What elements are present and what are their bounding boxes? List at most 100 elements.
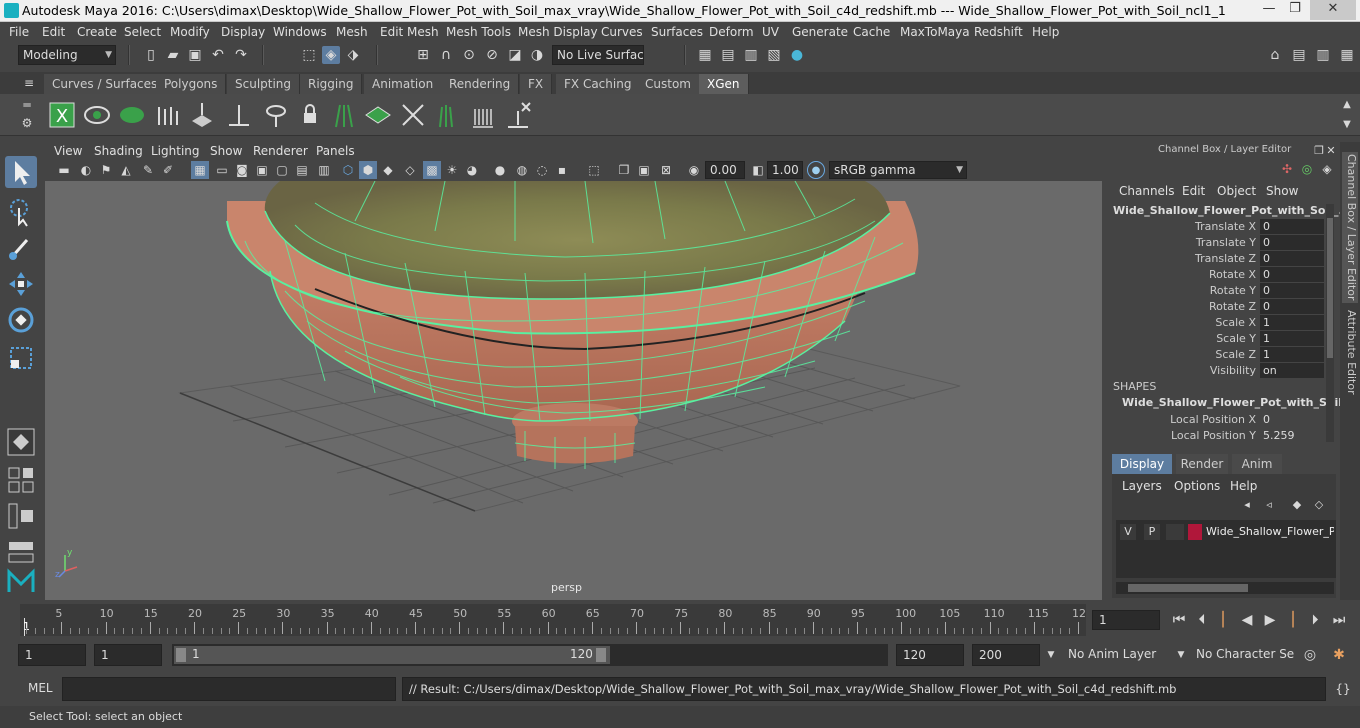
- channels-menu-channels[interactable]: Channels: [1119, 184, 1175, 198]
- toggle-panel-icon[interactable]: ▤: [1290, 46, 1308, 64]
- open-scene-icon[interactable]: ▰: [164, 46, 182, 64]
- channel-row[interactable]: Local Position X 0: [1104, 412, 1336, 428]
- channel-value[interactable]: 0: [1260, 251, 1324, 266]
- bookmark-icon[interactable]: ⚑: [97, 161, 115, 179]
- layer-name[interactable]: Wide_Shallow_Flower_P: [1206, 525, 1334, 538]
- grease-pencil-icon[interactable]: ✎: [139, 161, 157, 179]
- layer-type-toggle[interactable]: [1166, 524, 1184, 540]
- range-bar[interactable]: 1 120: [172, 644, 888, 666]
- character-set-selector[interactable]: No Character Set: [1190, 644, 1294, 666]
- anti-aliasing-icon[interactable]: ◌: [533, 161, 551, 179]
- move-layer-up-icon[interactable]: ◆: [1288, 496, 1306, 514]
- select-object-icon[interactable]: ◈: [322, 46, 340, 64]
- menu-surfaces[interactable]: Surfaces: [651, 25, 703, 39]
- four-view-layout-icon[interactable]: [5, 464, 37, 496]
- shelf-scroll-down-icon[interactable]: ▼: [1338, 116, 1356, 134]
- xgen-window-icon[interactable]: X: [48, 101, 76, 129]
- wireframe-icon[interactable]: ⬡: [339, 161, 357, 179]
- safe-action-icon[interactable]: ▤: [293, 161, 311, 179]
- toggle-panel-icon-3[interactable]: ▦: [1338, 46, 1356, 64]
- anim-layer-selector[interactable]: No Anim Layer: [1062, 644, 1162, 666]
- gamma-field[interactable]: 1.00: [767, 161, 803, 179]
- tab-rendering[interactable]: Rendering: [441, 74, 520, 94]
- script-editor-icon[interactable]: {}: [1334, 680, 1352, 698]
- menu-generate[interactable]: Generate: [792, 25, 848, 39]
- select-hierarchy-icon[interactable]: ⬚: [300, 46, 318, 64]
- create-hair-icon[interactable]: [225, 101, 253, 129]
- snap-view-icon[interactable]: ⊘: [483, 46, 501, 64]
- add-guide-icon[interactable]: [153, 101, 181, 129]
- go-to-end-icon[interactable]: ⏭: [1330, 611, 1348, 629]
- rotate-tool-icon[interactable]: [5, 304, 37, 336]
- channel-value[interactable]: 1: [1260, 347, 1324, 362]
- range-start-grip[interactable]: [176, 648, 186, 662]
- new-scene-icon[interactable]: ▯: [142, 46, 160, 64]
- animation-prefs-icon[interactable]: ✱: [1330, 646, 1348, 664]
- channel-row[interactable]: Local Position Y 5.259: [1104, 428, 1336, 444]
- cut-guides-icon[interactable]: [399, 101, 427, 129]
- channel-row[interactable]: Translate Y 0: [1104, 235, 1336, 251]
- density-icon[interactable]: [469, 101, 497, 129]
- menu-edit[interactable]: Edit: [42, 25, 65, 39]
- layer-hscrollbar[interactable]: [1116, 582, 1334, 594]
- close-panel-icon[interactable]: ✕: [1322, 142, 1340, 160]
- outliner-layout-icon[interactable]: [5, 500, 37, 532]
- shadows-icon[interactable]: ◕: [463, 161, 481, 179]
- exposure-icon[interactable]: ◉: [685, 161, 703, 179]
- viewport-persp[interactable]: y z persp: [45, 181, 1102, 600]
- menu-mesh-display[interactable]: Mesh Display: [518, 25, 598, 39]
- xray-joints-icon[interactable]: ▣: [635, 161, 653, 179]
- layer-tab-anim[interactable]: Anim: [1232, 454, 1282, 474]
- shelf-scroll-up-icon[interactable]: ▲: [1338, 96, 1356, 114]
- time-slider[interactable]: 1 5 10 15 20 25 30 35 40 45 50 55 60 65 70 75 80 85 90 95 1…: [0, 602, 1360, 636]
- playback-start-field[interactable]: 1: [94, 644, 162, 666]
- sync-icon[interactable]: ◎: [1298, 160, 1316, 178]
- new-layer-selected-icon[interactable]: ◃: [1260, 496, 1278, 514]
- viewport-menu-panels[interactable]: Panels: [316, 144, 355, 158]
- step-forward-icon[interactable]: ⏵: [1306, 611, 1324, 629]
- channels-menu-object[interactable]: Object: [1217, 184, 1256, 198]
- menu-create[interactable]: Create: [77, 25, 117, 39]
- motion-blur-icon[interactable]: ◍: [513, 161, 531, 179]
- viewport-menu-show[interactable]: Show: [210, 144, 242, 158]
- camera-attributes-icon[interactable]: ◐: [77, 161, 95, 179]
- step-back-key-icon[interactable]: ⎮: [1214, 611, 1232, 629]
- menu-maxtomaya[interactable]: MaxToMaya: [900, 25, 970, 39]
- shape-name[interactable]: Wide_Shallow_Flower_Pot_with_Soil...: [1122, 396, 1355, 409]
- select-tool-icon[interactable]: [5, 156, 37, 188]
- single-perspective-layout-icon[interactable]: [5, 426, 37, 458]
- layers-menu-help[interactable]: Help: [1230, 479, 1257, 493]
- sculpt-guides-icon[interactable]: [188, 101, 216, 129]
- use-all-lights-icon[interactable]: ☀: [443, 161, 461, 179]
- channel-row[interactable]: Rotate Z 0: [1104, 299, 1336, 315]
- viewport-menu-shading[interactable]: Shading: [94, 144, 143, 158]
- menu-edit-mesh[interactable]: Edit Mesh: [380, 25, 439, 39]
- xgen-clear-icon[interactable]: [118, 101, 146, 129]
- snap-grid-icon[interactable]: ⊞: [414, 46, 432, 64]
- menu-windows[interactable]: Windows: [273, 25, 327, 39]
- tab-polygons[interactable]: Polygons: [156, 74, 227, 94]
- layer-playback-toggle[interactable]: P: [1144, 524, 1160, 540]
- safe-title-icon[interactable]: ▥: [315, 161, 333, 179]
- field-chart-icon[interactable]: ▢: [273, 161, 291, 179]
- workspace-icon[interactable]: ⌂: [1266, 46, 1284, 64]
- layer-tab-render[interactable]: Render: [1176, 454, 1228, 474]
- tab-xgen[interactable]: XGen: [699, 74, 749, 94]
- channel-value[interactable]: 0: [1260, 267, 1324, 282]
- channel-value[interactable]: 5.259: [1260, 428, 1324, 443]
- channel-row[interactable]: Visibility on: [1104, 363, 1336, 379]
- depth-of-field-icon[interactable]: ▪: [553, 161, 571, 179]
- channels-menu-edit[interactable]: Edit: [1182, 184, 1205, 198]
- select-component-icon[interactable]: ⬗: [344, 46, 362, 64]
- new-layer-icon[interactable]: ◂: [1238, 496, 1256, 514]
- channel-row[interactable]: Rotate Y 0: [1104, 283, 1336, 299]
- isolate-select-icon[interactable]: ⬚: [585, 161, 603, 179]
- command-language-label[interactable]: MEL: [28, 681, 53, 695]
- viewport-menu-renderer[interactable]: Renderer: [253, 144, 308, 158]
- layer-visibility-toggle[interactable]: V: [1120, 524, 1136, 540]
- snap-live-icon[interactable]: ◑: [528, 46, 546, 64]
- channel-value[interactable]: on: [1260, 363, 1324, 378]
- xray-components-icon[interactable]: ⊠: [657, 161, 675, 179]
- layer-tab-display[interactable]: Display: [1112, 454, 1172, 474]
- tab-rigging[interactable]: Rigging: [300, 74, 363, 94]
